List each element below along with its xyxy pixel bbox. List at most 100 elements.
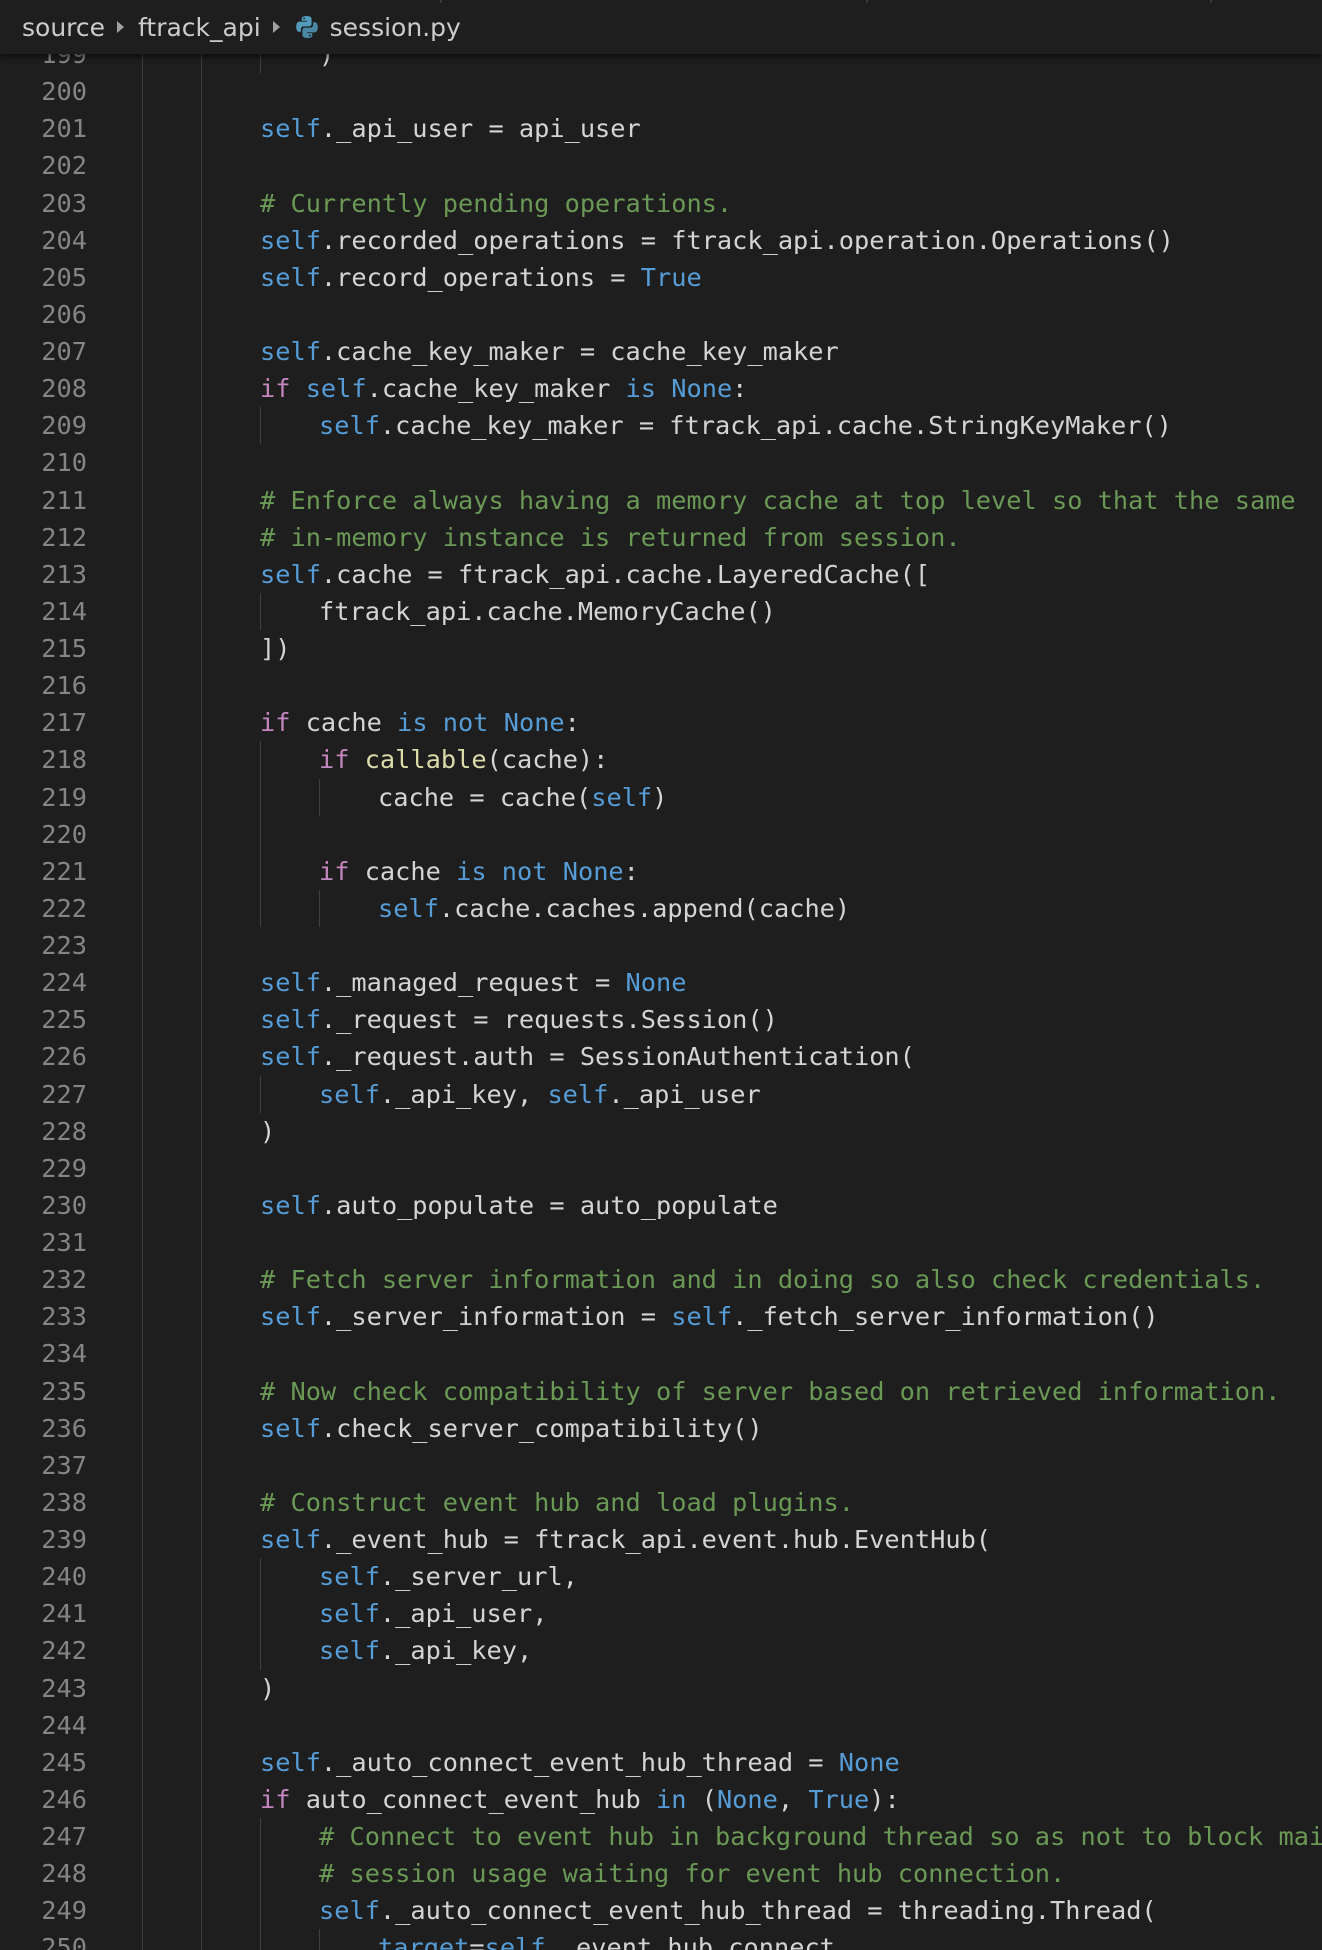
- code-line[interactable]: 246 if auto_connect_event_hub in (None, T…: [0, 1780, 1322, 1818]
- indent-guide: [142, 221, 143, 259]
- code-token: ftrack_api.cache.MemoryCache(): [319, 596, 776, 626]
- breadcrumb-item-folder[interactable]: ftrack_api: [138, 13, 261, 42]
- code-token: =: [469, 1933, 485, 1950]
- code-line[interactable]: 206: [0, 295, 1322, 333]
- code-line[interactable]: 248 # session usage waiting for event hub…: [0, 1855, 1322, 1893]
- code-line[interactable]: 227 self._api_key, self._api_user: [0, 1075, 1322, 1113]
- code-line[interactable]: 213 self.cache = ftrack_api.cache.Layered…: [0, 555, 1322, 593]
- code-line[interactable]: 232 # Fetch server information and in doi…: [0, 1261, 1322, 1299]
- code-line[interactable]: 224 self._managed_request = None: [0, 964, 1322, 1002]
- code-line[interactable]: 203 # Currently pending operations.: [0, 184, 1322, 222]
- code-line[interactable]: 245 self._auto_connect_event_hub_thread =…: [0, 1743, 1322, 1781]
- indent-guide: [201, 54, 202, 74]
- code-line[interactable]: 215]): [0, 630, 1322, 668]
- code-line[interactable]: 226 self._request.auth = SessionAuthentic…: [0, 1038, 1322, 1076]
- code-line[interactable]: 220: [0, 815, 1322, 853]
- code-line[interactable]: 231: [0, 1224, 1322, 1262]
- code-line[interactable]: 212 # in-memory instance is returned from…: [0, 518, 1322, 556]
- line-number: 212: [41, 522, 87, 552]
- line-number: 249: [41, 1896, 87, 1926]
- code-line[interactable]: 205 self.record_operations = True: [0, 258, 1322, 296]
- code-line[interactable]: 229: [0, 1149, 1322, 1187]
- code-token: cache: [290, 708, 398, 738]
- code-line[interactable]: 210: [0, 444, 1322, 482]
- code-token: self: [260, 262, 321, 292]
- code-text: # Fetch server information and in doing …: [260, 1261, 1265, 1298]
- code-editor[interactable]: 199) 200 201 self._api_user = api_user 202 20…: [0, 54, 1322, 1950]
- code-token: .recorded_operations = ftrack_api.operat…: [320, 225, 1174, 255]
- code-line[interactable]: 250 target=self._event_hub_connect,: [0, 1929, 1322, 1950]
- indent-guide: [142, 1743, 143, 1781]
- indent-guide: [260, 592, 261, 630]
- code-line[interactable]: 221 if cache is not None:: [0, 852, 1322, 890]
- code-line[interactable]: 216: [0, 667, 1322, 705]
- code-line[interactable]: 237: [0, 1446, 1322, 1484]
- code-text: if cache is not None:: [319, 853, 639, 890]
- code-token: (cache):: [486, 745, 609, 775]
- code-line[interactable]: 201 self._api_user = api_user: [0, 110, 1322, 148]
- code-line[interactable]: 241 self._api_user,: [0, 1595, 1322, 1633]
- code-line[interactable]: 238 # Construct event hub and load plugin…: [0, 1483, 1322, 1521]
- code-line[interactable]: 217 if cache is not None:: [0, 704, 1322, 742]
- breadcrumb-item-file[interactable]: session.py: [330, 13, 461, 42]
- code-line[interactable]: 236 self.check_server_compatibility(): [0, 1409, 1322, 1447]
- indent-guide: [201, 1261, 202, 1299]
- code-line[interactable]: 219 cache = cache(self): [0, 778, 1322, 816]
- code-text: # session usage waiting for event hub co…: [319, 1855, 1065, 1892]
- indent-guide: [142, 1818, 143, 1856]
- line-number: 201: [41, 114, 87, 144]
- code-line[interactable]: 244: [0, 1706, 1322, 1744]
- code-token: .auto_populate = auto_populate: [320, 1190, 778, 1220]
- code-line[interactable]: 214 ftrack_api.cache.MemoryCache(): [0, 592, 1322, 630]
- code-token: ._managed_request =: [320, 968, 626, 998]
- code-line[interactable]: 249 self._auto_connect_event_hub_thread =…: [0, 1892, 1322, 1930]
- indent-guide: [201, 1632, 202, 1670]
- code-token: .cache_key_maker = ftrack_api.cache.Stri…: [379, 411, 1172, 441]
- code-line[interactable]: 234: [0, 1335, 1322, 1373]
- code-line[interactable]: 218 if callable(cache):: [0, 741, 1322, 779]
- indent-guide: [142, 370, 143, 408]
- code-line[interactable]: 204 self.recorded_operations = ftrack_api…: [0, 221, 1322, 259]
- code-token: ._event_hub = ftrack_api.event.hub.Event…: [320, 1525, 992, 1554]
- code-line[interactable]: 230 self.auto_populate = auto_populate: [0, 1186, 1322, 1224]
- code-line[interactable]: 207 self.cache_key_maker = cache_key_make…: [0, 333, 1322, 371]
- code-line[interactable]: 209 self.cache_key_maker = ftrack_api.cac…: [0, 407, 1322, 445]
- code-line[interactable]: 240 self._server_url,: [0, 1558, 1322, 1596]
- code-line[interactable]: 228): [0, 1112, 1322, 1150]
- indent-guide: [142, 1075, 143, 1113]
- code-text: self.auto_populate = auto_populate: [260, 1187, 778, 1224]
- code-line[interactable]: 247 # Connect to event hub in background …: [0, 1818, 1322, 1856]
- code-line[interactable]: 225 self._request = requests.Session(): [0, 1001, 1322, 1039]
- code-text: self._api_user,: [319, 1595, 547, 1632]
- code-line[interactable]: 222 self.cache.caches.append(cache): [0, 889, 1322, 927]
- code-token: self: [260, 1302, 321, 1332]
- code-line[interactable]: 208 if self.cache_key_maker is None:: [0, 370, 1322, 408]
- breadcrumb-item-source[interactable]: source: [22, 13, 105, 42]
- code-line[interactable]: 202: [0, 147, 1322, 185]
- code-line[interactable]: 211 # Enforce always having a memory cach…: [0, 481, 1322, 519]
- indent-guide: [201, 1149, 202, 1187]
- code-line[interactable]: 239 self._event_hub = ftrack_api.event.hu…: [0, 1521, 1322, 1559]
- code-line[interactable]: 223: [0, 927, 1322, 965]
- indent-guide: [201, 1855, 202, 1893]
- code-line[interactable]: 243): [0, 1669, 1322, 1707]
- code-line[interactable]: 233 self._server_information = self._fetc…: [0, 1298, 1322, 1336]
- indent-guide: [142, 1929, 143, 1950]
- code-text: self._request.auth = SessionAuthenticati…: [260, 1038, 915, 1075]
- code-line[interactable]: 235 # Now check compatibility of server b…: [0, 1372, 1322, 1410]
- indent-guide: [142, 667, 143, 705]
- code-line[interactable]: 200: [0, 73, 1322, 111]
- code-token: .record_operations =: [320, 262, 641, 292]
- indent-guide: [142, 852, 143, 890]
- code-token: ._server_url,: [379, 1562, 578, 1592]
- code-text: if callable(cache):: [319, 741, 608, 778]
- code-line[interactable]: 242 self._api_key,: [0, 1632, 1322, 1670]
- code-text: self._server_information = self._fetch_s…: [260, 1298, 1159, 1335]
- line-number: 230: [41, 1190, 87, 1220]
- code-line[interactable]: 199): [0, 54, 1322, 74]
- indent-guide: [201, 852, 202, 890]
- code-token: None: [671, 374, 733, 404]
- indent-guide: [201, 1112, 202, 1150]
- indent-guide: [142, 1001, 143, 1039]
- code-text: ): [260, 1670, 275, 1707]
